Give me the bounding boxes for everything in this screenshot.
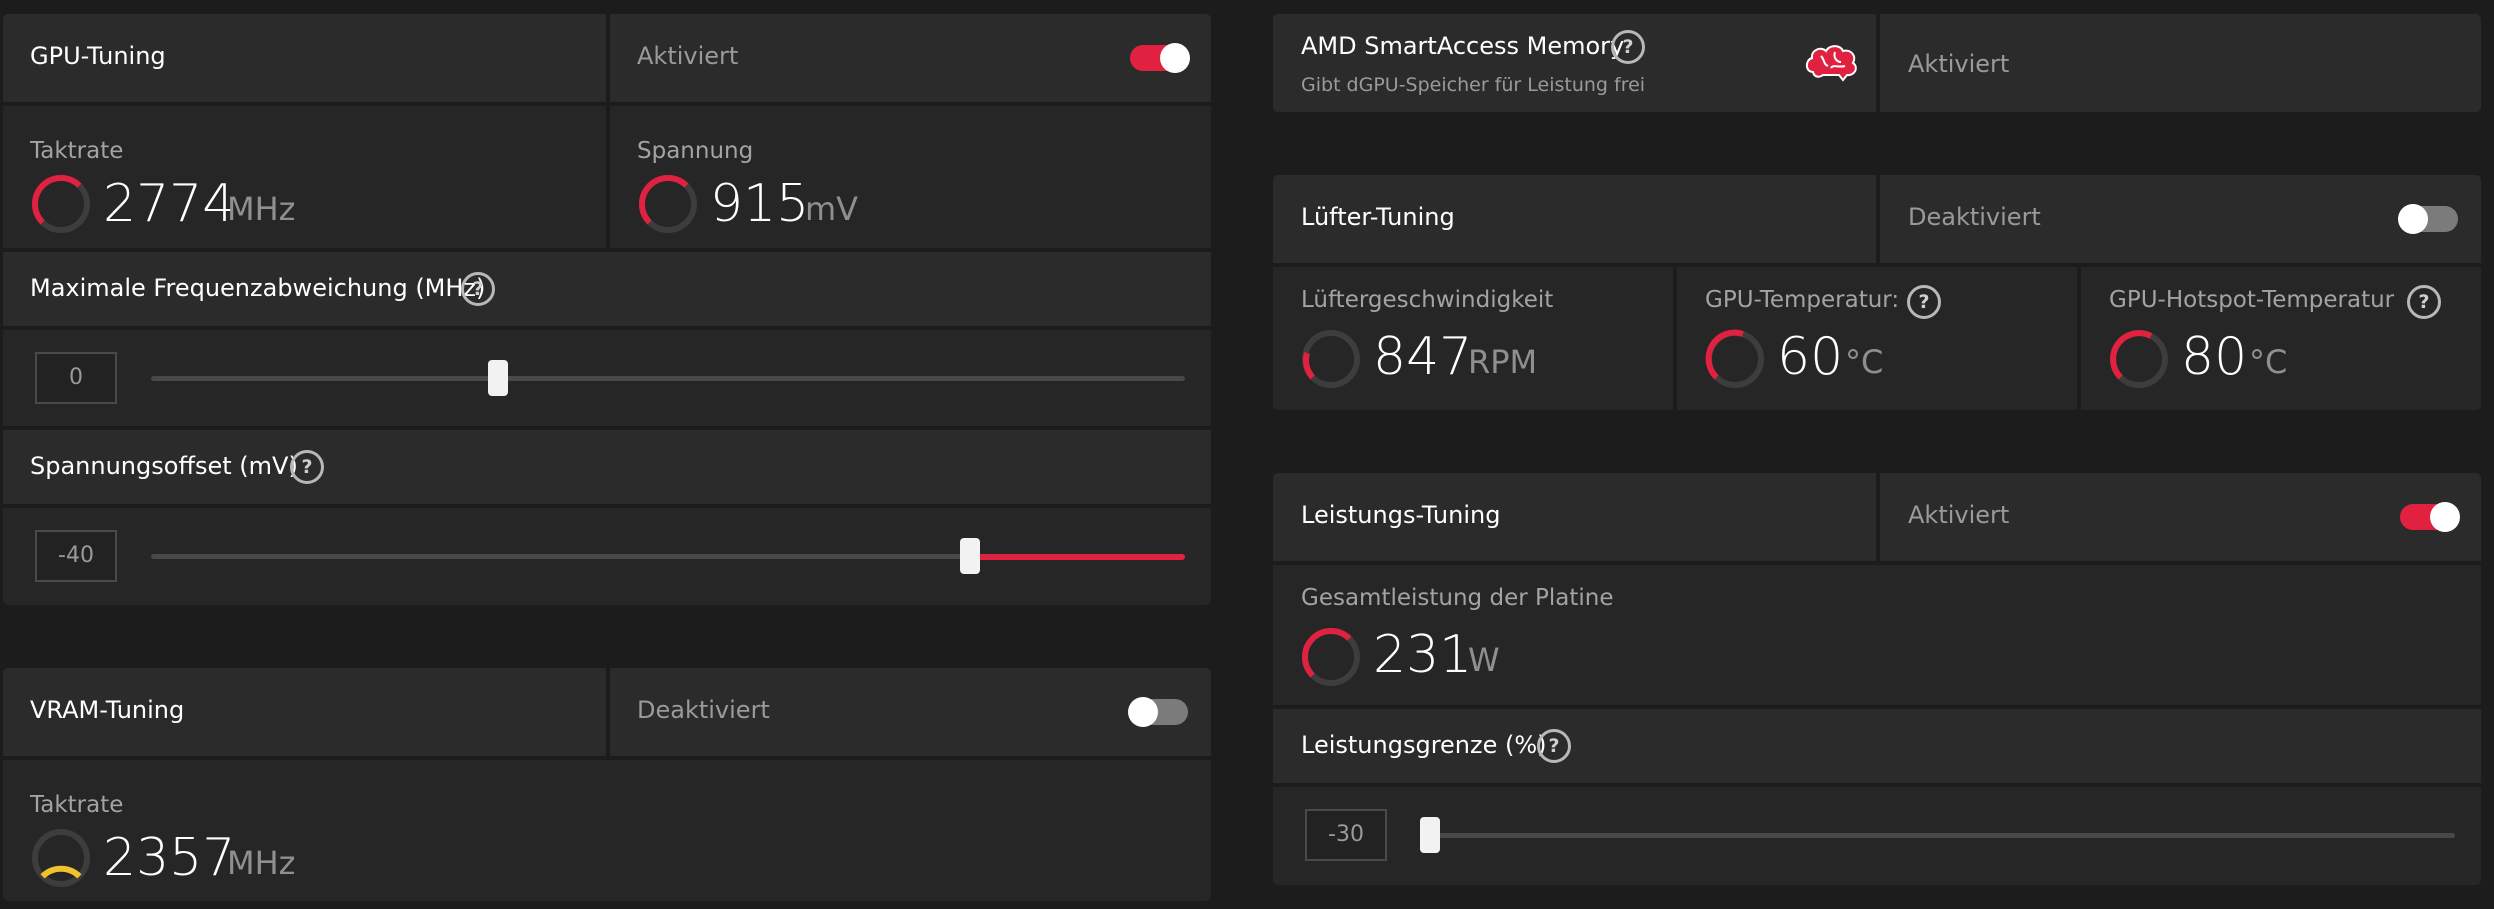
gpu-tuning-status: Aktiviert: [637, 42, 739, 70]
gpu-tuning-panel: GPU-Tuning Aktiviert Taktrate 2774 MHz S…: [3, 14, 1211, 605]
max-freq-offset-label: Maximale Frequenzabweichung (MHz): [30, 274, 486, 302]
gpu-voltage-unit: mV: [805, 190, 859, 228]
power-limit-input[interactable]: -30: [1305, 809, 1387, 861]
gauge-arc-icon: [32, 829, 90, 887]
fan-speed-label: Lüftergeschwindigkeit: [1301, 287, 1554, 313]
gpu-voltage-label: Spannung: [637, 138, 754, 164]
help-circle-icon[interactable]: ?: [1611, 30, 1645, 64]
fan-tuning-status-cell: Deaktiviert: [1880, 175, 2481, 263]
fan-tuning-status: Deaktiviert: [1908, 203, 2041, 231]
help-circle-icon[interactable]: ?: [461, 272, 495, 306]
max-freq-offset-header: Maximale Frequenzabweichung (MHz) ?: [3, 252, 1211, 326]
smart-access-title: AMD SmartAccess Memory: [1301, 32, 1625, 60]
board-power-value: 231: [1373, 625, 1473, 685]
power-limit-slider-row: -30: [1273, 787, 2481, 885]
vram-tuning-header: VRAM-Tuning: [3, 668, 606, 756]
fan-tuning-toggle[interactable]: [2398, 204, 2458, 234]
board-power-cell: Gesamtleistung der Platine 231 W: [1273, 565, 2481, 705]
power-limit-label: Leistungsgrenze (%): [1301, 731, 1547, 759]
power-limit-header: Leistungsgrenze (%) ?: [1273, 709, 2481, 783]
board-power-unit: W: [1468, 641, 1500, 679]
vram-clock-value: 2357: [103, 828, 236, 888]
max-freq-offset-input[interactable]: 0: [35, 352, 117, 404]
max-freq-offset-track[interactable]: [151, 376, 1185, 381]
gauge-arc-icon: [2110, 330, 2168, 388]
gpu-temp-unit: °C: [1845, 343, 1884, 381]
fan-speed-value: 847: [1373, 327, 1473, 387]
smart-access-status: Aktiviert: [1908, 50, 2010, 78]
help-circle-icon[interactable]: ?: [290, 450, 324, 484]
smart-access-status-cell: Aktiviert: [1880, 14, 2481, 112]
gpu-clock-value: 2774: [103, 174, 236, 234]
fan-speed-cell: Lüftergeschwindigkeit 847 RPM: [1273, 267, 1673, 410]
fan-tuning-panel: Lüfter-Tuning Deaktiviert Lüftergeschwin…: [1273, 175, 2481, 410]
fan-speed-unit: RPM: [1468, 343, 1538, 381]
hotspot-temp-unit: °C: [2249, 343, 2288, 381]
smart-access-panel: AMD SmartAccess Memory ? Gibt dGPU-Speic…: [1273, 14, 2481, 112]
power-limit-track[interactable]: [1423, 833, 2455, 838]
vram-tuning-toggle[interactable]: [1128, 697, 1188, 727]
fan-tuning-header: Lüfter-Tuning: [1273, 175, 1876, 263]
vram-tuning-title: VRAM-Tuning: [30, 696, 185, 724]
vram-tuning-status: Deaktiviert: [637, 696, 770, 724]
smart-access-header: AMD SmartAccess Memory ? Gibt dGPU-Speic…: [1273, 14, 1876, 112]
smart-access-subtitle: Gibt dGPU-Speicher für Leistung frei: [1301, 74, 1646, 96]
voltage-offset-slider-row: -40: [3, 508, 1211, 605]
max-freq-offset-slider-row: 0: [3, 330, 1211, 426]
gauge-arc-icon: [1302, 330, 1360, 388]
help-circle-icon[interactable]: ?: [1537, 729, 1571, 763]
vram-tuning-panel: VRAM-Tuning Deaktiviert Taktrate 2357 MH…: [3, 668, 1211, 901]
gpu-voltage-value: 915: [710, 174, 810, 234]
power-tuning-panel: Leistungs-Tuning Aktiviert Gesamtleistun…: [1273, 473, 2481, 885]
vram-tuning-status-cell: Deaktiviert: [610, 668, 1211, 756]
hotspot-temp-label: GPU-Hotspot-Temperatur: [2109, 287, 2395, 313]
power-tuning-toggle[interactable]: [2400, 502, 2460, 532]
vram-clock-cell: Taktrate 2357 MHz: [3, 760, 1211, 901]
power-tuning-status: Aktiviert: [1908, 501, 2010, 529]
help-circle-icon[interactable]: ?: [1907, 285, 1941, 319]
gpu-temp-cell: GPU-Temperatur: ? 60 °C: [1677, 267, 2077, 410]
gpu-voltage-cell: Spannung 915 mV: [610, 106, 1211, 248]
vram-clock-unit: MHz: [227, 844, 296, 882]
voltage-offset-header: Spannungsoffset (mV) ?: [3, 430, 1211, 504]
gpu-temp-label: GPU-Temperatur:: [1705, 287, 1900, 313]
gauge-arc-icon: [638, 174, 697, 233]
vram-clock-label: Taktrate: [30, 792, 124, 818]
gpu-tuning-header: GPU-Tuning: [3, 14, 606, 102]
gpu-tuning-toggle[interactable]: [1130, 43, 1190, 73]
voltage-offset-fill: [963, 554, 1185, 560]
max-freq-offset-thumb[interactable]: [488, 360, 508, 396]
gpu-tuning-title: GPU-Tuning: [30, 42, 166, 70]
power-tuning-header: Leistungs-Tuning: [1273, 473, 1876, 561]
gpu-clock-label: Taktrate: [30, 138, 124, 164]
gpu-clock-unit: MHz: [227, 190, 296, 228]
fan-tuning-title: Lüfter-Tuning: [1301, 203, 1455, 231]
gpu-clock-cell: Taktrate 2774 MHz: [3, 106, 606, 248]
gauge-arc-icon: [1705, 329, 1764, 388]
hotspot-temp-cell: GPU-Hotspot-Temperatur ? 80 °C: [2081, 267, 2481, 410]
power-limit-thumb[interactable]: [1420, 817, 1440, 853]
power-tuning-title: Leistungs-Tuning: [1301, 501, 1501, 529]
gauge-arc-icon: [1301, 627, 1360, 686]
power-tuning-status-cell: Aktiviert: [1880, 473, 2481, 561]
voltage-offset-thumb[interactable]: [960, 538, 980, 574]
board-power-label: Gesamtleistung der Platine: [1301, 585, 1614, 611]
voltage-offset-input[interactable]: -40: [35, 530, 117, 582]
gpu-tuning-status-cell: Aktiviert: [610, 14, 1211, 102]
hotspot-temp-value: 80: [2181, 327, 2248, 387]
brain-icon: [1805, 45, 1857, 82]
gauge-arc-icon: [31, 174, 90, 233]
help-circle-icon[interactable]: ?: [2407, 285, 2441, 319]
gpu-temp-value: 60: [1777, 327, 1844, 387]
voltage-offset-label: Spannungsoffset (mV): [30, 452, 298, 480]
